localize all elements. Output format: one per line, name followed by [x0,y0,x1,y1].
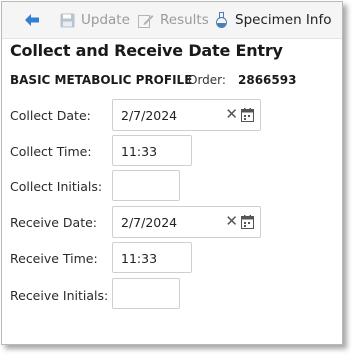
collect-time-value: 11:33 [121,144,158,159]
collect-time-input[interactable]: 11:33 [112,135,192,166]
results-button[interactable]: Results [138,11,209,29]
specimen-info-button[interactable]: Specimen Info [215,11,331,29]
order-number: 2866593 [238,73,297,87]
toolbar: Update Results Specimen Info [2,2,342,39]
receive-time-input[interactable]: 11:33 [112,242,192,273]
order-label: Order: [188,73,226,87]
collect-initials-input[interactable] [112,170,180,201]
receive-date-label: Receive Date: [10,215,97,230]
collect-date-input[interactable]: 2/7/2024 ✕ [112,99,261,131]
receive-initials-label: Receive Initials: [10,288,109,303]
receive-time-label: Receive Time: [10,251,98,266]
page-title: Collect and Receive Date Entry [10,41,283,60]
arrow-left-icon [25,14,39,26]
receive-initials-input[interactable] [112,278,180,309]
test-name: BASIC METABOLIC PROFILE [10,73,193,87]
update-label: Update [81,12,130,28]
clear-icon[interactable]: ✕ [225,106,238,122]
specimen-info-label: Specimen Info [235,12,332,28]
receive-time-value: 11:33 [121,251,158,266]
calendar-icon[interactable] [241,215,254,229]
receive-date-input[interactable]: 2/7/2024 ✕ [112,206,261,238]
collect-time-label: Collect Time: [10,144,92,159]
results-label: Results [160,12,209,28]
update-button[interactable]: Update [60,11,130,29]
collect-initials-label: Collect Initials: [10,179,103,194]
calendar-icon[interactable] [241,108,254,122]
save-icon [60,13,75,27]
clear-icon[interactable]: ✕ [225,213,238,229]
flask-icon [216,12,227,28]
edit-icon [138,14,154,28]
collect-date-value: 2/7/2024 [121,108,178,123]
date-entry-panel: Update Results Specimen Info Collect and… [1,1,343,345]
back-button[interactable] [24,11,40,29]
collect-date-label: Collect Date: [10,108,91,123]
receive-date-value: 2/7/2024 [121,215,178,230]
